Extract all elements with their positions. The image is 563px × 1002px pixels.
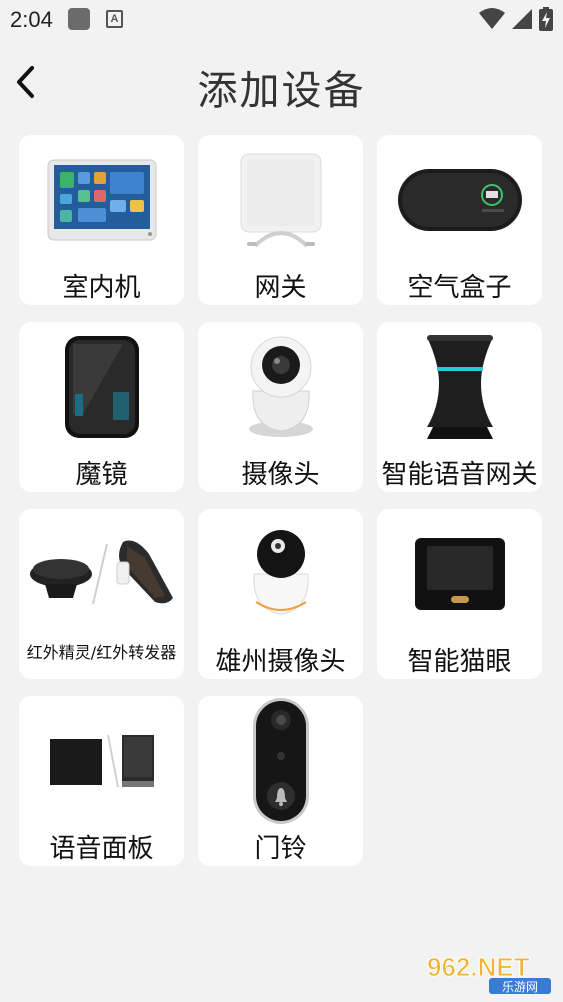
air-box-icon bbox=[377, 145, 542, 255]
device-card-xiongzhou-camera[interactable]: 雄州摄像头 bbox=[198, 509, 363, 679]
app-notification-icon bbox=[68, 8, 90, 30]
device-card-gateway[interactable]: 网关 bbox=[198, 135, 363, 305]
device-grid: 室内机 网关 空气盒子 魔镜 摄像头 智能语音网关 红外精灵/红外转发器 雄州摄… bbox=[19, 135, 542, 866]
device-card-magic-mirror[interactable]: 魔镜 bbox=[19, 322, 184, 492]
battery-charging-icon bbox=[539, 7, 553, 31]
device-label: 空气盒子 bbox=[407, 273, 512, 303]
watermark-top-text: 962.NET bbox=[427, 952, 530, 982]
status-time: 2:04 bbox=[10, 7, 53, 32]
device-label: 网关 bbox=[254, 273, 307, 303]
device-label: 语音面板 bbox=[49, 834, 154, 864]
voice-gateway-icon bbox=[377, 332, 542, 442]
magic-mirror-icon bbox=[19, 332, 184, 442]
camera-icon bbox=[198, 332, 363, 442]
device-card-doorbell[interactable]: 门铃 bbox=[198, 696, 363, 866]
wifi-icon bbox=[479, 8, 505, 29]
status-indicators bbox=[479, 7, 553, 31]
indoor-unit-icon bbox=[19, 145, 184, 255]
device-card-indoor-unit[interactable]: 室内机 bbox=[19, 135, 184, 305]
xiongzhou-camera-icon bbox=[198, 519, 363, 629]
device-label: 魔镜 bbox=[75, 460, 128, 490]
device-label: 室内机 bbox=[62, 273, 141, 303]
cellular-signal-icon bbox=[512, 9, 532, 29]
doorbell-icon bbox=[198, 696, 363, 826]
smart-peephole-icon bbox=[377, 519, 542, 629]
voice-panel-icon bbox=[19, 706, 184, 816]
status-bar: 2:04 A bbox=[0, 0, 563, 38]
header: 添加设备 bbox=[0, 38, 563, 128]
device-card-camera[interactable]: 摄像头 bbox=[198, 322, 363, 492]
device-card-voice-gateway[interactable]: 智能语音网关 bbox=[377, 322, 542, 492]
gateway-icon bbox=[198, 145, 363, 255]
watermark-logo: 962.NET 乐游网 bbox=[423, 950, 555, 996]
device-card-voice-panel[interactable]: 语音面板 bbox=[19, 696, 184, 866]
device-label: 智能猫眼 bbox=[407, 647, 512, 677]
device-card-smart-peephole[interactable]: 智能猫眼 bbox=[377, 509, 542, 679]
watermark-bottom-text: 乐游网 bbox=[502, 980, 538, 994]
device-label: 红外精灵/红外转发器 bbox=[26, 643, 177, 662]
device-label: 智能语音网关 bbox=[381, 460, 538, 490]
device-label: 雄州摄像头 bbox=[215, 647, 346, 677]
device-card-air-box[interactable]: 空气盒子 bbox=[377, 135, 542, 305]
a-notification-icon: A bbox=[106, 10, 123, 28]
device-label: 摄像头 bbox=[241, 460, 320, 490]
device-label: 门铃 bbox=[254, 834, 307, 864]
page-title: 添加设备 bbox=[197, 68, 366, 114]
device-card-ir-blaster[interactable]: 红外精灵/红外转发器 bbox=[19, 509, 184, 679]
ir-blaster-icon bbox=[19, 519, 184, 629]
